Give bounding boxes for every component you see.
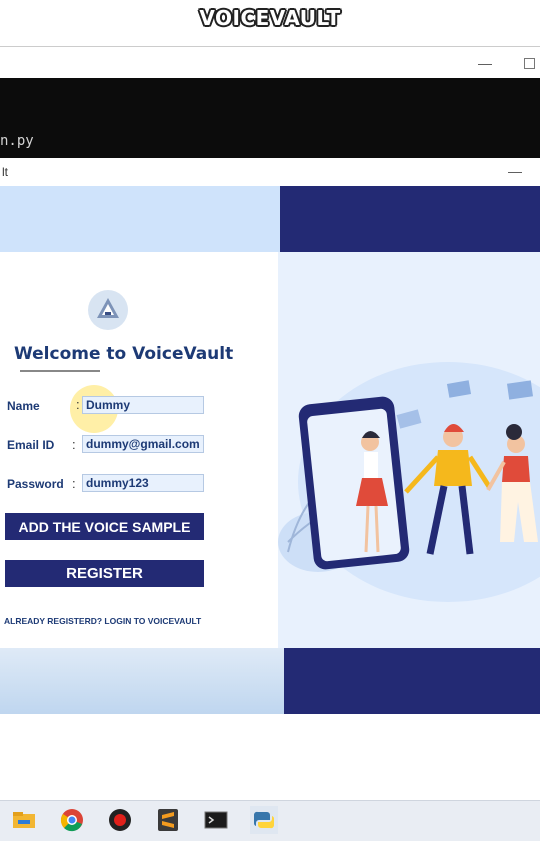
terminal-minimize-button[interactable]: — <box>478 55 492 71</box>
login-link[interactable]: ALREADY REGISTERD? LOGIN TO VOICEVAULT <box>4 616 201 626</box>
welcome-underline <box>20 370 100 372</box>
password-colon: : <box>72 476 76 491</box>
password-input[interactable] <box>82 474 204 492</box>
name-input[interactable] <box>82 396 204 414</box>
app-window-titlebar <box>0 158 540 186</box>
name-label: Name <box>7 399 40 413</box>
banner-title: VOICEVAULT <box>199 6 341 30</box>
file-explorer-icon[interactable] <box>10 806 38 834</box>
welcome-heading: Welcome to VoiceVault <box>14 344 234 364</box>
name-colon: : <box>76 397 80 412</box>
footer-block-navy <box>284 648 540 714</box>
email-colon: : <box>72 437 76 452</box>
header-block-navy <box>280 186 540 252</box>
header-block-light <box>0 186 284 252</box>
recorder-icon[interactable] <box>106 806 134 834</box>
terminal-maximize-button[interactable] <box>524 58 535 69</box>
terminal-window-titlebar <box>0 46 540 79</box>
terminal-icon[interactable] <box>202 806 230 834</box>
password-label: Password <box>7 477 64 491</box>
footer-block-light <box>0 648 284 714</box>
python-icon[interactable] <box>250 800 278 840</box>
app-window-title: lt <box>2 165 8 179</box>
chrome-icon[interactable] <box>58 806 86 834</box>
terminal-console <box>0 78 540 158</box>
email-label: Email ID <box>7 438 55 452</box>
illustration-svg <box>278 362 540 602</box>
app-minimize-button[interactable]: — <box>508 163 522 179</box>
voicevault-logo-icon <box>88 290 128 330</box>
people-illustration <box>278 252 540 648</box>
register-button[interactable]: REGISTER <box>5 560 204 587</box>
terminal-command-text: n.py <box>0 133 34 149</box>
sublime-text-icon[interactable] <box>154 806 182 834</box>
email-input[interactable] <box>82 435 204 453</box>
add-voice-sample-button[interactable]: ADD THE VOICE SAMPLE <box>5 513 204 540</box>
